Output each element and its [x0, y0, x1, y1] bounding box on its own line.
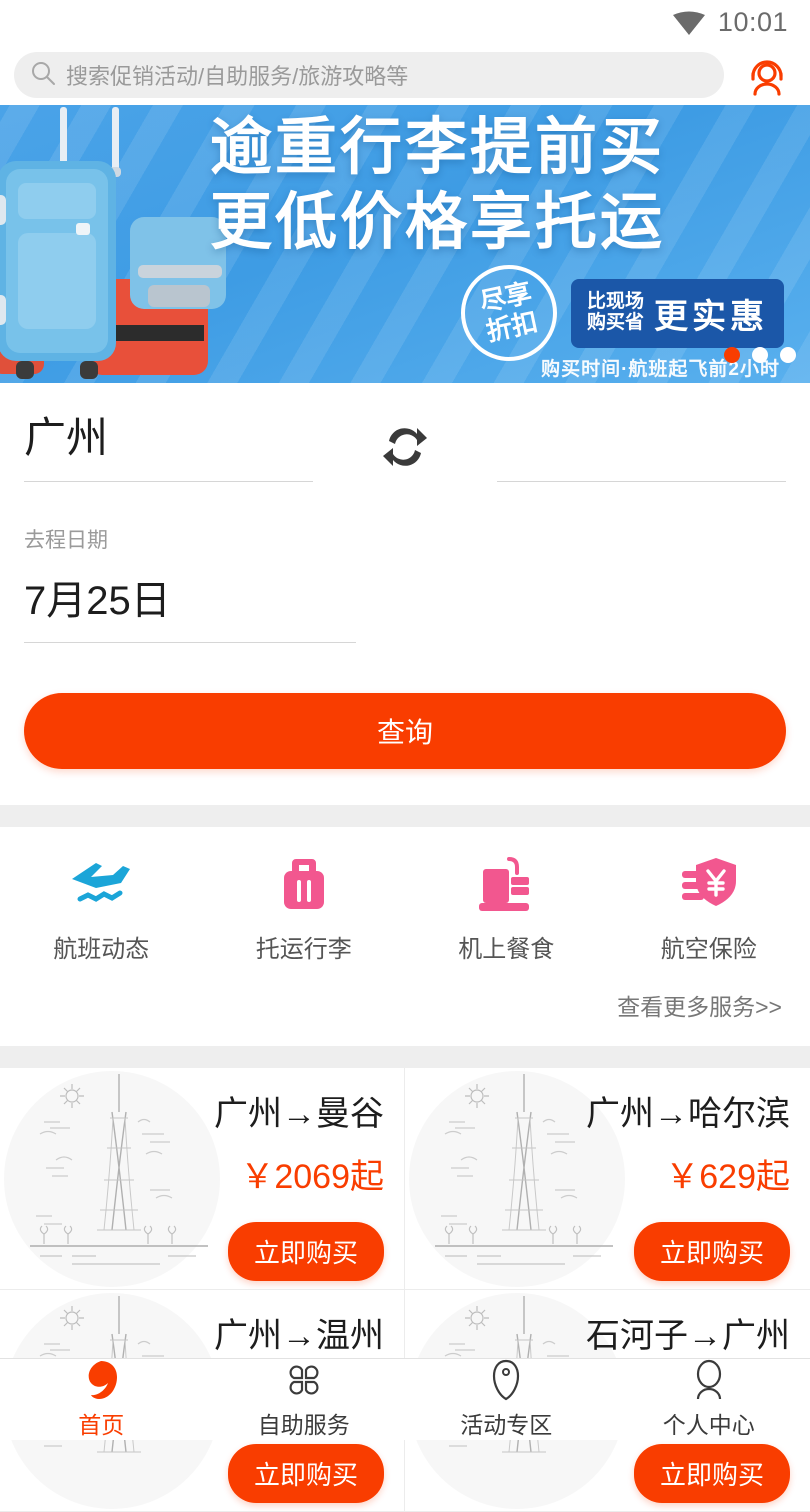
headset-user-icon[interactable]: [738, 49, 796, 101]
service-item-aviation-insurance[interactable]: 航空保险: [608, 853, 810, 964]
quick-services: 航班动态 托运行李: [0, 827, 810, 1046]
departure-city-value: 广州: [24, 407, 313, 469]
departure-date-field[interactable]: 去程日期 7月25日: [24, 524, 356, 643]
nav-label: 个人中心: [663, 1406, 755, 1440]
deal-route: 石河子→广州: [586, 1308, 790, 1357]
deal-route: 广州→曼谷: [214, 1086, 384, 1135]
buy-now-button[interactable]: 立即购买: [228, 1222, 384, 1281]
value-badge: 比现场 购买省 更实惠: [571, 279, 784, 348]
buy-now-button[interactable]: 立即购买: [634, 1222, 790, 1281]
deal-card-body: 广州→曼谷 ￥2069起 立即购买: [214, 1086, 384, 1281]
nav-label: 自助服务: [258, 1406, 350, 1440]
banner-dot-1[interactable]: [724, 347, 740, 363]
search-input[interactable]: 搜索促销活动/自助服务/旅游攻略等: [14, 52, 724, 98]
airplane-icon: [66, 853, 136, 913]
nav-label: 活动专区: [460, 1406, 552, 1440]
city-row: 广州: [24, 407, 786, 482]
status-time: 10:01: [718, 7, 788, 38]
deal-card-row-1: 广州→曼谷 ￥2069起 立即购买: [0, 1068, 810, 1290]
service-label: 航空保险: [661, 929, 757, 964]
wifi-icon: [672, 10, 706, 36]
departure-city-field[interactable]: 广州: [24, 407, 313, 482]
departure-date-label: 去程日期: [24, 524, 356, 554]
arrival-city-field[interactable]: [497, 407, 786, 482]
service-row: 航班动态 托运行李: [0, 853, 810, 964]
deal-card-body: 广州→哈尔滨 ￥629起 立即购买: [586, 1086, 790, 1281]
search-placeholder: 搜索促销活动/自助服务/旅游攻略等: [66, 59, 408, 91]
deal-price: ￥2069起: [214, 1149, 384, 1198]
nav-item-activities[interactable]: 活动专区: [405, 1359, 608, 1440]
home-logo-icon: [81, 1359, 121, 1401]
buy-now-button[interactable]: 立即购买: [228, 1444, 384, 1503]
query-button[interactable]: 查询: [24, 693, 786, 769]
service-label: 航班动态: [53, 929, 149, 964]
deal-card[interactable]: 广州→哈尔滨 ￥629起 立即购买: [405, 1068, 810, 1290]
departure-date-underline: [24, 642, 356, 643]
departure-date-value: 7月25日: [24, 568, 356, 626]
search-icon: [30, 60, 56, 91]
banner-line-2: 更低价格享托运: [210, 186, 802, 259]
service-item-inflight-meal[interactable]: 机上餐食: [405, 853, 608, 964]
value-badge-line-2: 购买省: [587, 313, 644, 334]
deal-route: 广州→温州: [214, 1308, 384, 1357]
service-label: 机上餐食: [458, 929, 554, 964]
value-badge-big: 更实惠: [654, 289, 768, 338]
deal-cards: 广州→曼谷 ￥2069起 立即购买: [0, 1068, 810, 1512]
deal-price: ￥629起: [586, 1149, 790, 1198]
canton-tower-icon: [0, 1068, 238, 1290]
nav-item-home[interactable]: 首页: [0, 1359, 203, 1440]
service-item-flight-status[interactable]: 航班动态: [0, 853, 203, 964]
departure-underline: [24, 481, 313, 482]
discount-badge: 尽享 折扣: [452, 256, 566, 370]
banner-dot-2[interactable]: [752, 347, 768, 363]
person-icon: [691, 1359, 727, 1401]
banner-dots[interactable]: [724, 347, 796, 363]
search-bar: 搜索促销活动/自助服务/旅游攻略等: [0, 45, 810, 105]
shield-yuan-icon: [678, 853, 740, 913]
bottom-navigation: 首页 自助服务 活动专区 个人中心: [0, 1358, 810, 1440]
service-item-checked-baggage[interactable]: 托运行李: [203, 853, 406, 964]
arrival-underline: [497, 481, 786, 482]
section-divider-2: [0, 1046, 810, 1068]
swap-cities-button[interactable]: [313, 407, 497, 473]
deal-route: 广州→哈尔滨: [586, 1086, 790, 1135]
swap-arrows-icon: [379, 421, 431, 473]
more-services-link[interactable]: 查看更多服务>>: [0, 964, 810, 1042]
meal-drink-icon: [475, 853, 537, 913]
clover-grid-icon: [284, 1359, 324, 1401]
service-label: 托运行李: [256, 929, 352, 964]
form-bottom-gap: [24, 769, 786, 805]
nav-item-self-service[interactable]: 自助服务: [203, 1359, 406, 1440]
value-badge-line-1: 比现场: [587, 292, 644, 313]
nav-label: 首页: [78, 1406, 124, 1440]
flight-search-form: 广州 去程日期 7月25日 查询: [0, 383, 810, 805]
buy-now-button[interactable]: 立即购买: [634, 1444, 790, 1503]
banner-dot-3[interactable]: [780, 347, 796, 363]
suitcase-icon: [276, 853, 332, 913]
balloon-icon: [489, 1359, 523, 1401]
deal-card[interactable]: 广州→曼谷 ￥2069起 立即购买: [0, 1068, 405, 1290]
banner-headline: 逾重行李提前买 更低价格享托运: [210, 111, 802, 259]
banner-line-1: 逾重行李提前买: [210, 111, 802, 184]
promo-banner[interactable]: 逾重行李提前买 更低价格享托运 尽享 折扣 比现场 购买省 更实惠 购买时间·航…: [0, 105, 810, 383]
arrival-city-value: [497, 407, 786, 469]
nav-item-profile[interactable]: 个人中心: [608, 1359, 810, 1440]
section-divider-1: [0, 805, 810, 827]
status-bar: 10:01: [0, 0, 810, 45]
